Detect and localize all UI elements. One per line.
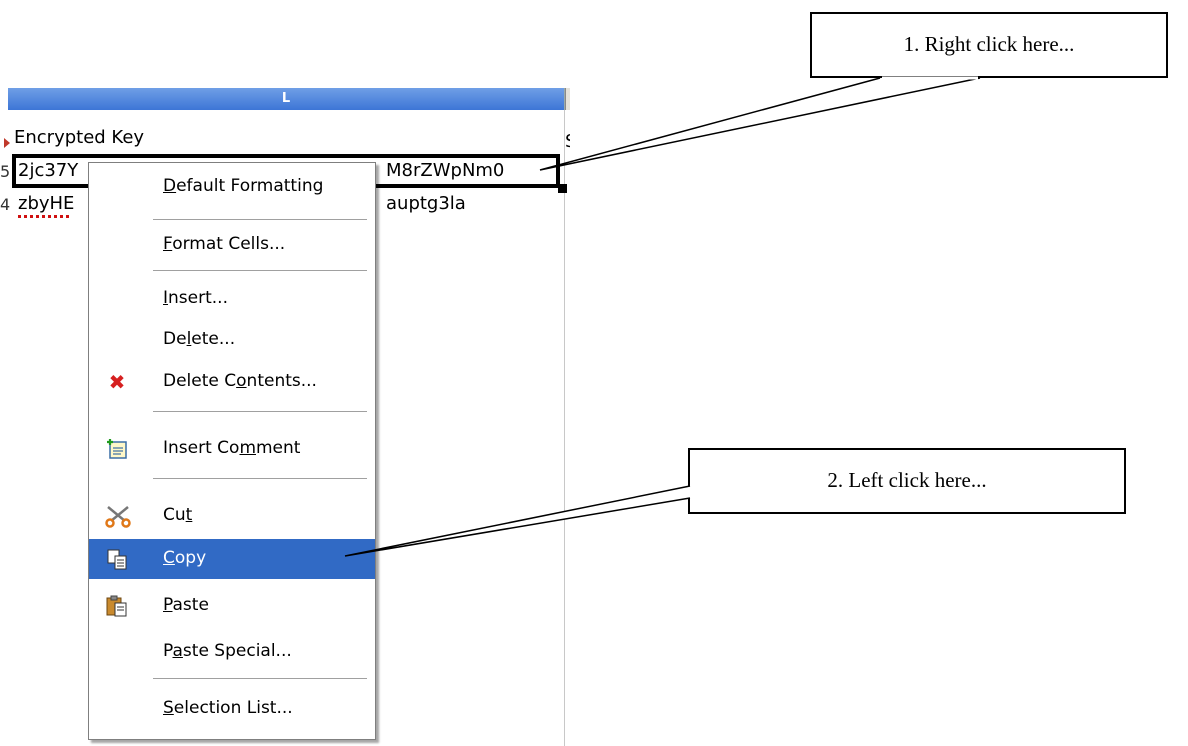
data-cell-right[interactable]: auptg3la [386,193,466,215]
menu-separator [153,678,367,680]
column-header-l[interactable]: L [8,88,565,110]
fill-handle[interactable] [558,184,567,193]
comment-icon [105,437,129,461]
copy-icon [105,547,129,571]
callout-right-click: 1. Right click here... [810,12,1168,78]
menu-item-delete[interactable]: Delete... [89,320,375,360]
menu-separator [153,411,367,413]
menu-item-insert[interactable]: Insert... [89,279,375,319]
menu-item-delete-contents[interactable]: ✖ Delete Contents... [89,362,375,402]
callout-pointer-1 [539,77,981,171]
menu-item-paste-special[interactable]: Paste Special... [89,632,375,672]
next-column-cell-fragment[interactable]: S [565,131,570,153]
context-menu: Default Formatting Format Cells... Inser… [88,162,376,740]
column-header-label: L [281,91,291,106]
menu-separator [153,478,367,480]
column-divider [564,110,565,746]
callout-left-click: 2. Left click here... [688,448,1126,514]
menu-item-copy[interactable]: Copy [89,539,375,579]
spellcheck-underline [18,215,70,218]
menu-item-cut[interactable]: Cut [89,496,375,536]
callout-left-click-text: 2. Left click here... [827,468,987,492]
row-number-fragment: 5 [0,162,11,181]
callout-right-click-text: 1. Right click here... [903,32,1075,56]
row-indicator-icon [4,138,10,148]
menu-separator [153,219,367,221]
menu-item-default-formatting[interactable]: Default Formatting [89,167,375,207]
scissors-icon [105,504,131,528]
menu-item-format-cells[interactable]: Format Cells... [89,225,375,265]
column-header-next[interactable] [565,88,570,110]
header-cell[interactable]: Encrypted Key [14,127,144,149]
data-cell-left[interactable]: zbyHE [18,193,74,215]
menu-item-selection-list[interactable]: Selection List... [89,689,375,729]
row-number-fragment: 4 [0,195,11,214]
menu-item-insert-comment[interactable]: Insert Comment [89,429,375,469]
menu-separator [153,270,367,272]
menu-item-paste[interactable]: Paste [89,586,375,626]
paste-icon [105,594,129,618]
delete-x-icon: ✖ [108,370,126,394]
